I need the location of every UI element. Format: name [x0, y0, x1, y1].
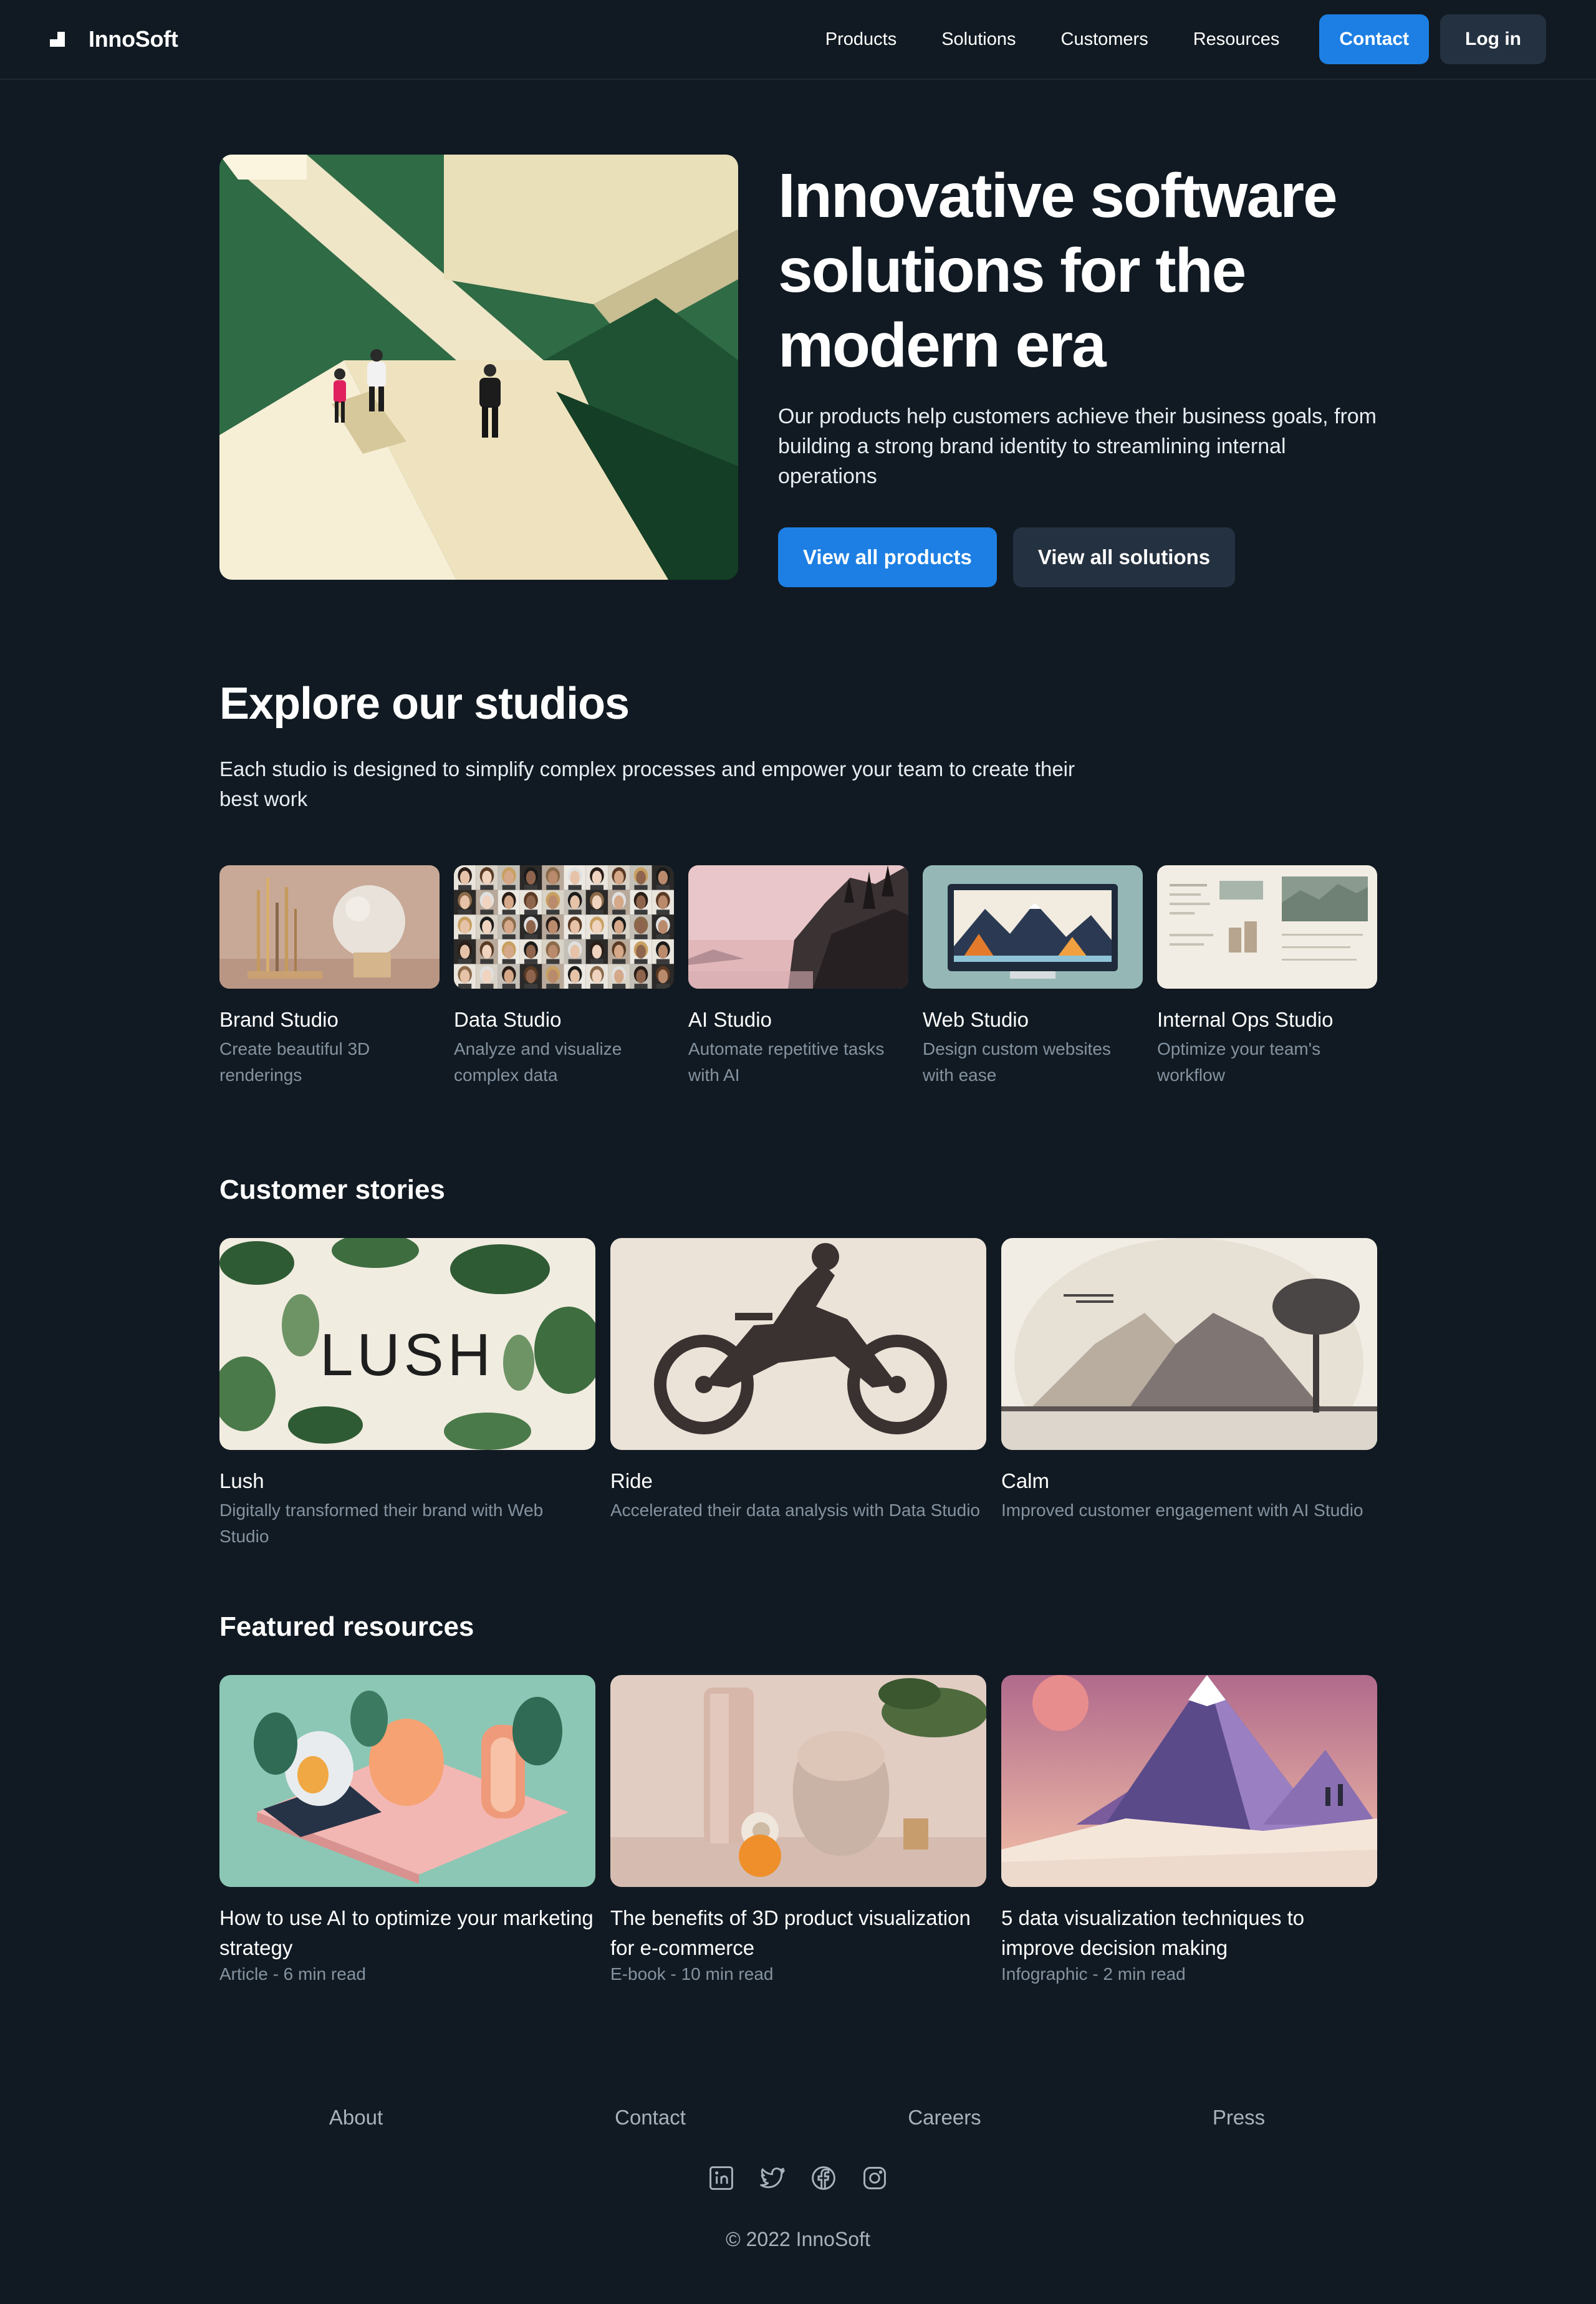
data-studio-image — [454, 865, 674, 989]
resource-title: 5 data visualization techniques to impro… — [1001, 1906, 1305, 1959]
story-card-lush[interactable]: LUSH Lush Digitally transformed their br… — [219, 1238, 595, 1550]
hero-image — [219, 155, 738, 580]
customer-stories-heading: Customer stories — [219, 1174, 445, 1205]
footer-link-careers[interactable]: Careers — [908, 2106, 981, 2129]
hero-text: Innovative software solutions for the mo… — [778, 155, 1377, 587]
view-all-products-button[interactable]: View all products — [778, 527, 997, 587]
nav-link-customers[interactable]: Customers — [1061, 29, 1148, 50]
lush-logo-text: LUSH — [320, 1322, 494, 1388]
resource-card-data-visualization[interactable]: 5 data visualization techniques to impro… — [1001, 1675, 1377, 1984]
data-visualization-resource-image — [1001, 1675, 1377, 1887]
resource-card-ai-marketing[interactable]: How to use AI to optimize your marketing… — [219, 1675, 595, 1984]
ai-marketing-resource-image — [219, 1675, 595, 1887]
studio-card-internal-ops[interactable]: Internal Ops Studio Optimize your team's… — [1157, 865, 1377, 1088]
brand-name: InnoSoft — [89, 26, 178, 52]
studios-heading: Explore our studios — [219, 679, 630, 729]
footer-links: About Contact Careers Press — [0, 2106, 1596, 2133]
lush-story-image: LUSH — [219, 1238, 595, 1450]
resource-meta: Infographic - 2 min read — [1001, 1964, 1186, 1984]
main-nav: Products Solutions Customers Resources C… — [825, 14, 1546, 64]
studio-title: Web Studio — [923, 1008, 1029, 1031]
studio-title: Brand Studio — [219, 1008, 339, 1031]
studios-subtitle: Each studio is designed to simplify comp… — [219, 757, 1075, 810]
studio-description: Design custom websites with ease — [923, 1039, 1111, 1085]
featured-resources-heading: Featured resources — [219, 1611, 474, 1642]
contact-button[interactable]: Contact — [1319, 14, 1430, 64]
hero-section: Innovative software solutions for the mo… — [219, 155, 1377, 587]
studio-description: Create beautiful 3D renderings — [219, 1039, 370, 1085]
story-title: Calm — [1001, 1469, 1050, 1492]
featured-resources-section: Featured resources How to use AI to opti… — [219, 1611, 1377, 1984]
login-button[interactable]: Log in — [1440, 14, 1546, 64]
resource-title: How to use AI to optimize your marketing… — [219, 1906, 594, 1959]
studio-description: Analyze and visualize complex data — [454, 1039, 622, 1085]
studio-card-ai[interactable]: AI Studio Automate repetitive tasks with… — [688, 865, 908, 1088]
story-title: Ride — [610, 1469, 653, 1492]
web-studio-image — [923, 865, 1143, 989]
resource-meta: Article - 6 min read — [219, 1964, 366, 1984]
resource-meta: E-book - 10 min read — [610, 1964, 774, 1984]
footer-link-contact[interactable]: Contact — [615, 2106, 686, 2129]
studio-title: Data Studio — [454, 1008, 562, 1031]
hero-subtitle: Our products help customers achieve thei… — [778, 405, 1377, 488]
hero-actions: View all products View all solutions — [778, 527, 1377, 587]
studio-card-data[interactable]: Data Studio Analyze and visualize comple… — [454, 865, 674, 1088]
footer-link-about[interactable]: About — [329, 2106, 383, 2129]
studio-list: Brand Studio Create beautiful 3D renderi… — [219, 865, 1377, 1088]
story-card-ride[interactable]: Ride Accelerated their data analysis wit… — [610, 1238, 986, 1550]
top-nav-bar: InnoSoft Products Solutions Customers Re… — [0, 0, 1596, 80]
customer-stories-section: Customer stories LUSH Lush Digitally tra… — [219, 1174, 1377, 1550]
facebook-icon[interactable] — [810, 2164, 837, 2192]
brand[interactable]: InnoSoft — [50, 26, 178, 52]
calm-story-image — [1001, 1238, 1377, 1450]
twitter-icon[interactable] — [759, 2164, 786, 2192]
story-description: Accelerated their data analysis with Dat… — [610, 1500, 980, 1520]
instagram-icon[interactable] — [861, 2164, 888, 2192]
studios-section: Explore our studios Each studio is desig… — [219, 678, 1377, 1088]
studio-card-web[interactable]: Web Studio Design custom websites with e… — [923, 865, 1143, 1088]
view-all-solutions-button[interactable]: View all solutions — [1012, 527, 1236, 587]
story-card-calm[interactable]: Calm Improved customer engagement with A… — [1001, 1238, 1377, 1550]
customer-story-list: LUSH Lush Digitally transformed their br… — [219, 1238, 1377, 1550]
ride-story-image — [610, 1238, 986, 1450]
nav-link-solutions[interactable]: Solutions — [941, 29, 1016, 50]
copyright: © 2022 InnoSoft — [726, 2228, 870, 2250]
footer-link-press[interactable]: Press — [1213, 2106, 1265, 2129]
social-links — [0, 2164, 1596, 2192]
studio-description: Optimize your team's workflow — [1157, 1039, 1321, 1085]
story-description: Digitally transformed their brand with W… — [219, 1500, 544, 1546]
3d-visualization-resource-image — [610, 1675, 986, 1887]
resource-title: The benefits of 3D product visualization… — [610, 1906, 971, 1959]
bar-chart-logo-icon — [50, 29, 70, 49]
ai-studio-image — [688, 865, 908, 989]
resource-list: How to use AI to optimize your marketing… — [219, 1675, 1377, 1984]
story-description: Improved customer engagement with AI Stu… — [1001, 1500, 1363, 1520]
studio-card-brand[interactable]: Brand Studio Create beautiful 3D renderi… — [219, 865, 440, 1088]
linkedin-icon[interactable] — [708, 2164, 735, 2192]
internal-ops-studio-image — [1157, 865, 1377, 989]
hero-title: Innovative software solutions for the mo… — [778, 161, 1338, 380]
nav-link-resources[interactable]: Resources — [1193, 29, 1280, 50]
resource-card-3d-visualization[interactable]: The benefits of 3D product visualization… — [610, 1675, 986, 1984]
studio-title: Internal Ops Studio — [1157, 1008, 1334, 1031]
nav-link-products[interactable]: Products — [825, 29, 897, 50]
studio-title: AI Studio — [688, 1008, 772, 1031]
studio-description: Automate repetitive tasks with AI — [688, 1039, 885, 1085]
brand-studio-image — [219, 865, 440, 989]
story-title: Lush — [219, 1469, 264, 1492]
